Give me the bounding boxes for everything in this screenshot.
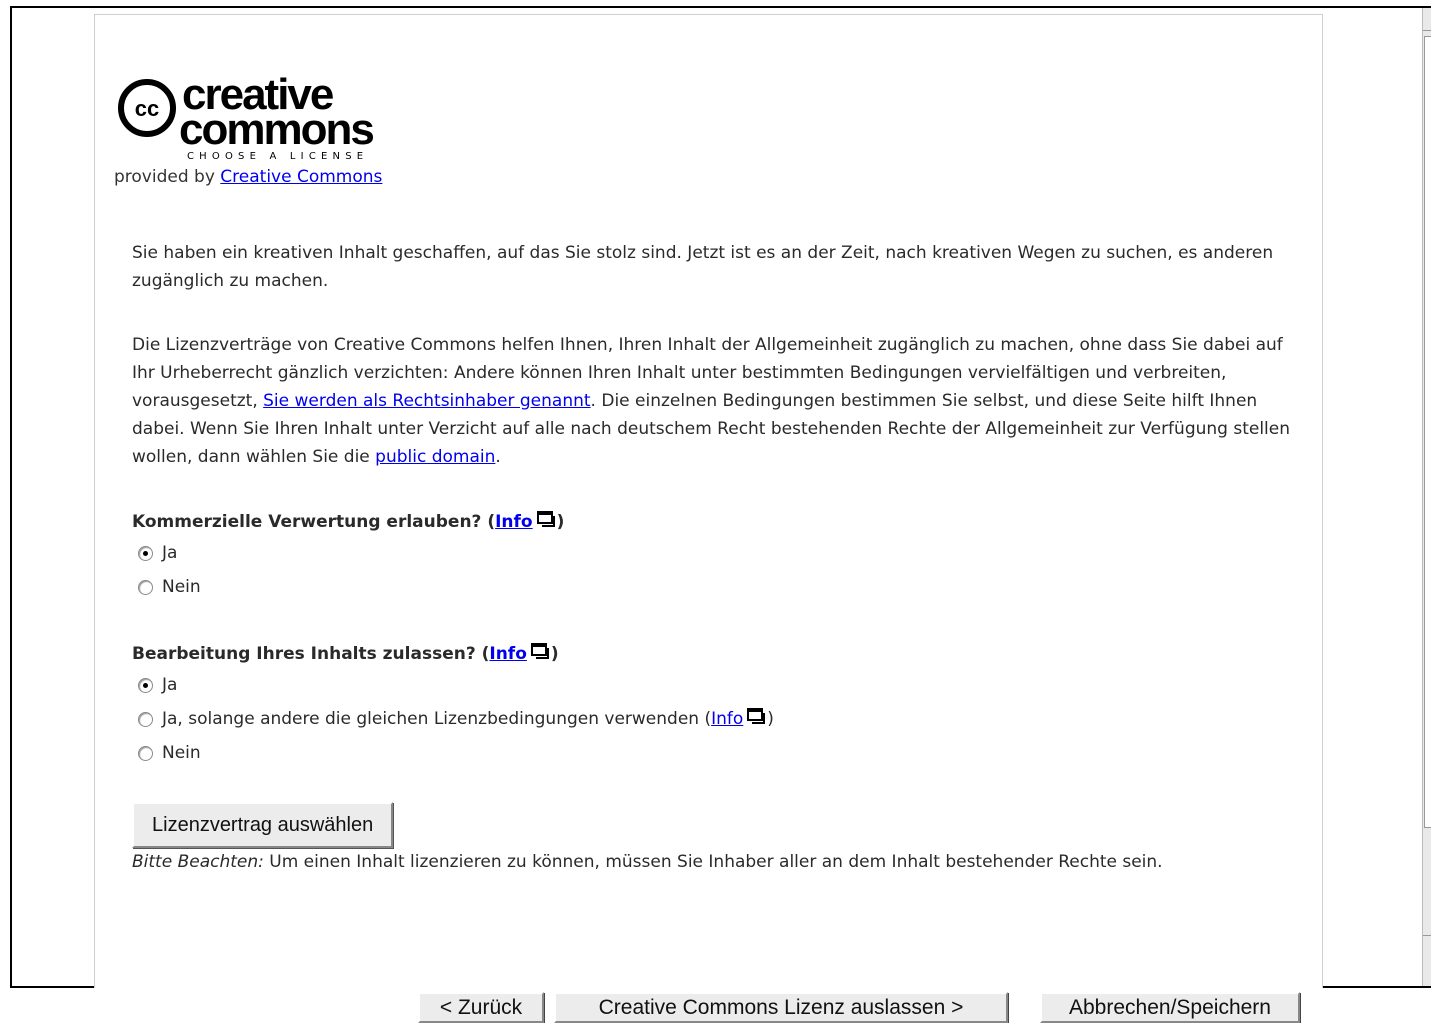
note-label: Bitte Beachten:: [132, 852, 264, 872]
modification-sharealike-label: Ja, solange andere die gleichen Lizenzbe…: [162, 705, 774, 733]
popup-window-icon[interactable]: [536, 511, 557, 528]
popup-window-icon[interactable]: [530, 643, 551, 660]
intro-text: Sie haben ein kreativen Inhalt geschaffe…: [132, 243, 1274, 291]
sharealike-text: Ja, solange andere die gleichen Lizenzbe…: [162, 709, 712, 729]
sharealike-close: ): [767, 709, 774, 729]
logo-badge: cc: [135, 96, 159, 121]
scroll-up-button[interactable]: [1423, 8, 1431, 31]
commercial-option-nein[interactable]: Nein: [132, 570, 1292, 604]
commercial-option-ja[interactable]: Ja: [132, 536, 1292, 570]
logo-tagline: CHOOSE A LICENSE: [187, 151, 368, 161]
modification-nein-radio[interactable]: [138, 745, 153, 761]
description-part3: .: [495, 447, 501, 467]
back-button[interactable]: < Zurück: [418, 992, 544, 1023]
public-domain-link[interactable]: public domain: [375, 447, 495, 467]
commercial-nein-radio[interactable]: [138, 579, 153, 595]
skip-license-button[interactable]: Creative Commons Lizenz auslassen >: [554, 992, 1008, 1023]
cancel-save-button[interactable]: Abbrechen/Speichern: [1040, 992, 1300, 1023]
provided-by-prefix: provided by: [114, 167, 221, 187]
license-panel: cc creative commons CHOOSE A LICENSE pro…: [94, 14, 1323, 995]
provided-by: provided by Creative Commons: [114, 167, 382, 187]
modification-option-ja[interactable]: Ja: [132, 668, 1292, 702]
modification-option-nein[interactable]: Nein: [132, 736, 1292, 770]
scroll-down-button[interactable]: [1423, 935, 1431, 986]
scroll-thumb[interactable]: [1424, 36, 1431, 828]
modification-ja-radio[interactable]: [138, 677, 153, 693]
modification-option-sharealike[interactable]: Ja, solange andere die gleichen Lizenzbe…: [132, 702, 1292, 736]
commercial-question-label: Kommerzielle Verwertung erlauben? (: [132, 512, 496, 532]
select-license-button[interactable]: Lizenzvertrag auswählen: [132, 802, 394, 848]
commercial-question: Kommerzielle Verwertung erlauben? (Info): [132, 508, 1292, 536]
modification-question-label: Bearbeitung Ihres Inhalts zulassen? (: [132, 644, 490, 664]
popup-window-icon[interactable]: [747, 708, 767, 725]
creative-commons-link[interactable]: Creative Commons: [220, 167, 382, 187]
modification-ja-label: Ja: [162, 675, 178, 695]
note-text: Bitte Beachten: Um einen Inhalt lizenzie…: [132, 848, 1292, 876]
wizard-button-bar: < Zurück Creative Commons Lizenz auslass…: [0, 988, 1431, 1023]
creative-commons-logo: cc creative commons CHOOSE A LICENSE: [118, 71, 375, 161]
modification-nein-label: Nein: [162, 743, 201, 763]
main-content: Sie haben ein kreativen Inhalt geschaffe…: [132, 239, 1292, 876]
vertical-scrollbar[interactable]: [1422, 8, 1431, 986]
modification-question-close: ): [550, 644, 559, 664]
sharealike-info-link[interactable]: Info: [711, 709, 743, 729]
commercial-ja-label: Ja: [162, 543, 178, 563]
modification-sharealike-radio[interactable]: [138, 711, 153, 727]
modification-info-link[interactable]: Info: [489, 644, 527, 664]
description-text: Die Lizenzverträge von Creative Commons …: [132, 331, 1292, 471]
commercial-nein-label: Nein: [162, 577, 201, 597]
attribution-link[interactable]: Sie werden als Rechtsinhaber genannt: [263, 391, 590, 411]
note-body: Um einen Inhalt lizenzieren zu können, m…: [263, 852, 1163, 872]
commercial-info-link[interactable]: Info: [495, 512, 533, 532]
logo-line2: commons: [179, 105, 373, 154]
commercial-question-close: ): [556, 512, 565, 532]
modification-question: Bearbeitung Ihres Inhalts zulassen? (Inf…: [132, 640, 1292, 668]
commercial-ja-radio[interactable]: [138, 545, 153, 561]
